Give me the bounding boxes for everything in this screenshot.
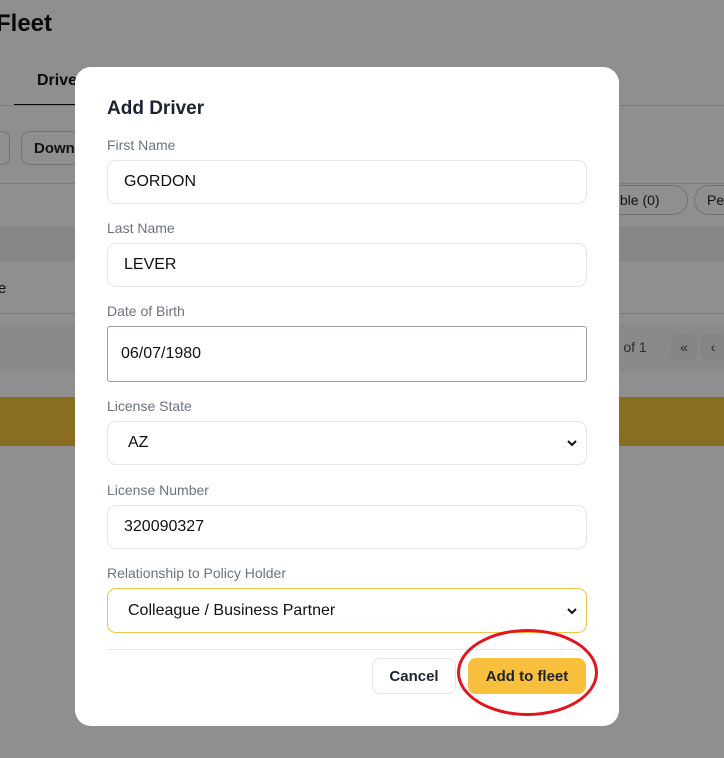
modal-title: Add Driver: [107, 98, 205, 119]
last-name-value: LEVER: [124, 256, 177, 273]
annotation-circle: [457, 629, 598, 716]
license-number-input[interactable]: 320090327: [107, 505, 587, 549]
license-number-label: License Number: [107, 482, 209, 498]
first-name-label: First Name: [107, 137, 176, 153]
first-name-input[interactable]: GORDON: [107, 160, 587, 204]
add-driver-modal: Add Driver First Name GORDON Last Name L…: [75, 67, 619, 726]
cancel-button[interactable]: Cancel: [372, 658, 456, 694]
first-name-value: GORDON: [124, 173, 196, 190]
chevron-down-icon: [567, 440, 577, 447]
license-state-label: License State: [107, 398, 192, 414]
dob-input[interactable]: 06/07/1980: [107, 326, 587, 382]
chevron-down-icon: [567, 607, 577, 614]
license-number-value: 320090327: [124, 518, 205, 535]
last-name-input[interactable]: LEVER: [107, 243, 587, 287]
dob-label: Date of Birth: [107, 303, 185, 319]
last-name-label: Last Name: [107, 220, 175, 236]
dob-value: 06/07/1980: [121, 345, 202, 362]
relationship-select[interactable]: Colleague / Business Partner: [107, 588, 587, 633]
license-state-value: AZ: [128, 434, 149, 451]
relationship-value: Colleague / Business Partner: [128, 601, 336, 619]
license-state-select[interactable]: AZ: [107, 421, 587, 465]
relationship-label: Relationship to Policy Holder: [107, 565, 286, 581]
